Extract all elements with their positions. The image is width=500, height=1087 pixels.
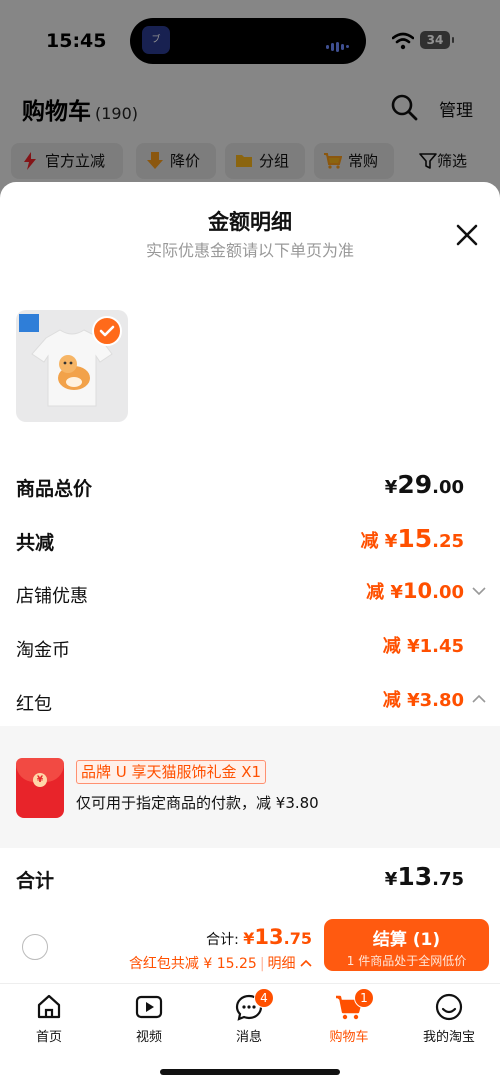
- chevron-up-icon[interactable]: [472, 694, 486, 704]
- video-icon: [135, 995, 163, 1019]
- cart-page-background: 15:45 ブ 34 购物车 (190) 管理 官方立减 降价 分组 常购 筛选: [0, 0, 500, 190]
- row-label: 淘金币: [16, 640, 70, 661]
- message-badge: 4: [254, 988, 274, 1008]
- red-packet-desc: 仅可用于指定商品的付款，减 ¥3.80: [76, 794, 319, 812]
- home-indicator[interactable]: [160, 1069, 340, 1075]
- row-red-packet[interactable]: 红包 减 ¥3.80: [0, 682, 500, 722]
- checkout-button-label: 结算 (1): [372, 930, 441, 950]
- row-label: 合计: [16, 870, 55, 892]
- row-value: ¥29.00: [384, 470, 464, 499]
- row-value: 减 ¥3.80: [382, 690, 464, 711]
- checkout-button[interactable]: 结算 (1) 1 件商品处于全网低价: [324, 919, 489, 971]
- checkout-total: 合计: ¥13.75: [206, 925, 312, 949]
- checkout-button-sub: 1 件商品处于全网低价: [346, 954, 467, 968]
- details-link[interactable]: 明细: [268, 956, 296, 972]
- red-packet-detail: ¥ 品牌 U 享天猫服饰礼金 X1 仅可用于指定商品的付款，减 ¥3.80: [0, 726, 500, 848]
- checkout-savings[interactable]: 含红包共减 ¥ 15.25 | 明细: [129, 953, 312, 973]
- row-total-price: 商品总价 ¥29.00: [0, 466, 500, 506]
- tab-messages[interactable]: 4 消息: [204, 988, 294, 1045]
- row-sum: 合计 ¥13.75: [0, 858, 500, 898]
- sheet-title: 金额明细: [208, 210, 292, 234]
- row-total-discount: 共减 减 ¥15.25: [0, 520, 500, 560]
- tab-cart[interactable]: 1 购物车: [304, 988, 394, 1045]
- red-packet-icon: ¥: [16, 758, 64, 818]
- tab-my-taobao[interactable]: 我的淘宝: [404, 992, 494, 1045]
- brand-logo: [19, 314, 39, 332]
- cart-badge: 1: [354, 988, 374, 1008]
- home-icon: [37, 994, 61, 1019]
- red-packet-tag: 品牌 U 享天猫服饰礼金 X1: [76, 760, 267, 784]
- checkout-bar: 合计: ¥13.75 含红包共减 ¥ 15.25 | 明细 结算 (1) 1 件商品…: [0, 908, 500, 983]
- close-icon[interactable]: [452, 220, 482, 250]
- select-all-checkbox[interactable]: [22, 934, 48, 960]
- row-label: 共减: [16, 532, 55, 554]
- selected-check-icon[interactable]: [92, 316, 122, 346]
- row-label: 店铺优惠: [16, 586, 88, 607]
- row-shop-discount[interactable]: 店铺优惠 减 ¥10.00: [0, 574, 500, 614]
- row-tao-coins: 淘金币 减 ¥1.45: [0, 628, 500, 668]
- row-value: 减 ¥15.25: [360, 524, 464, 553]
- row-value: ¥13.75: [384, 862, 464, 891]
- sheet-subtitle: 实际优惠金额请以下单页为准: [145, 241, 354, 260]
- tab-home[interactable]: 首页: [4, 992, 94, 1045]
- row-value: 减 ¥1.45: [382, 636, 464, 657]
- tab-video[interactable]: 视频: [104, 992, 194, 1045]
- modal-overlay[interactable]: [0, 0, 500, 190]
- row-label: 红包: [16, 694, 52, 715]
- chevron-up-icon: [300, 959, 312, 967]
- chevron-down-icon[interactable]: [472, 586, 486, 596]
- row-label: 商品总价: [16, 478, 93, 500]
- row-value: 减 ¥10.00: [366, 579, 464, 603]
- profile-icon: [435, 993, 463, 1021]
